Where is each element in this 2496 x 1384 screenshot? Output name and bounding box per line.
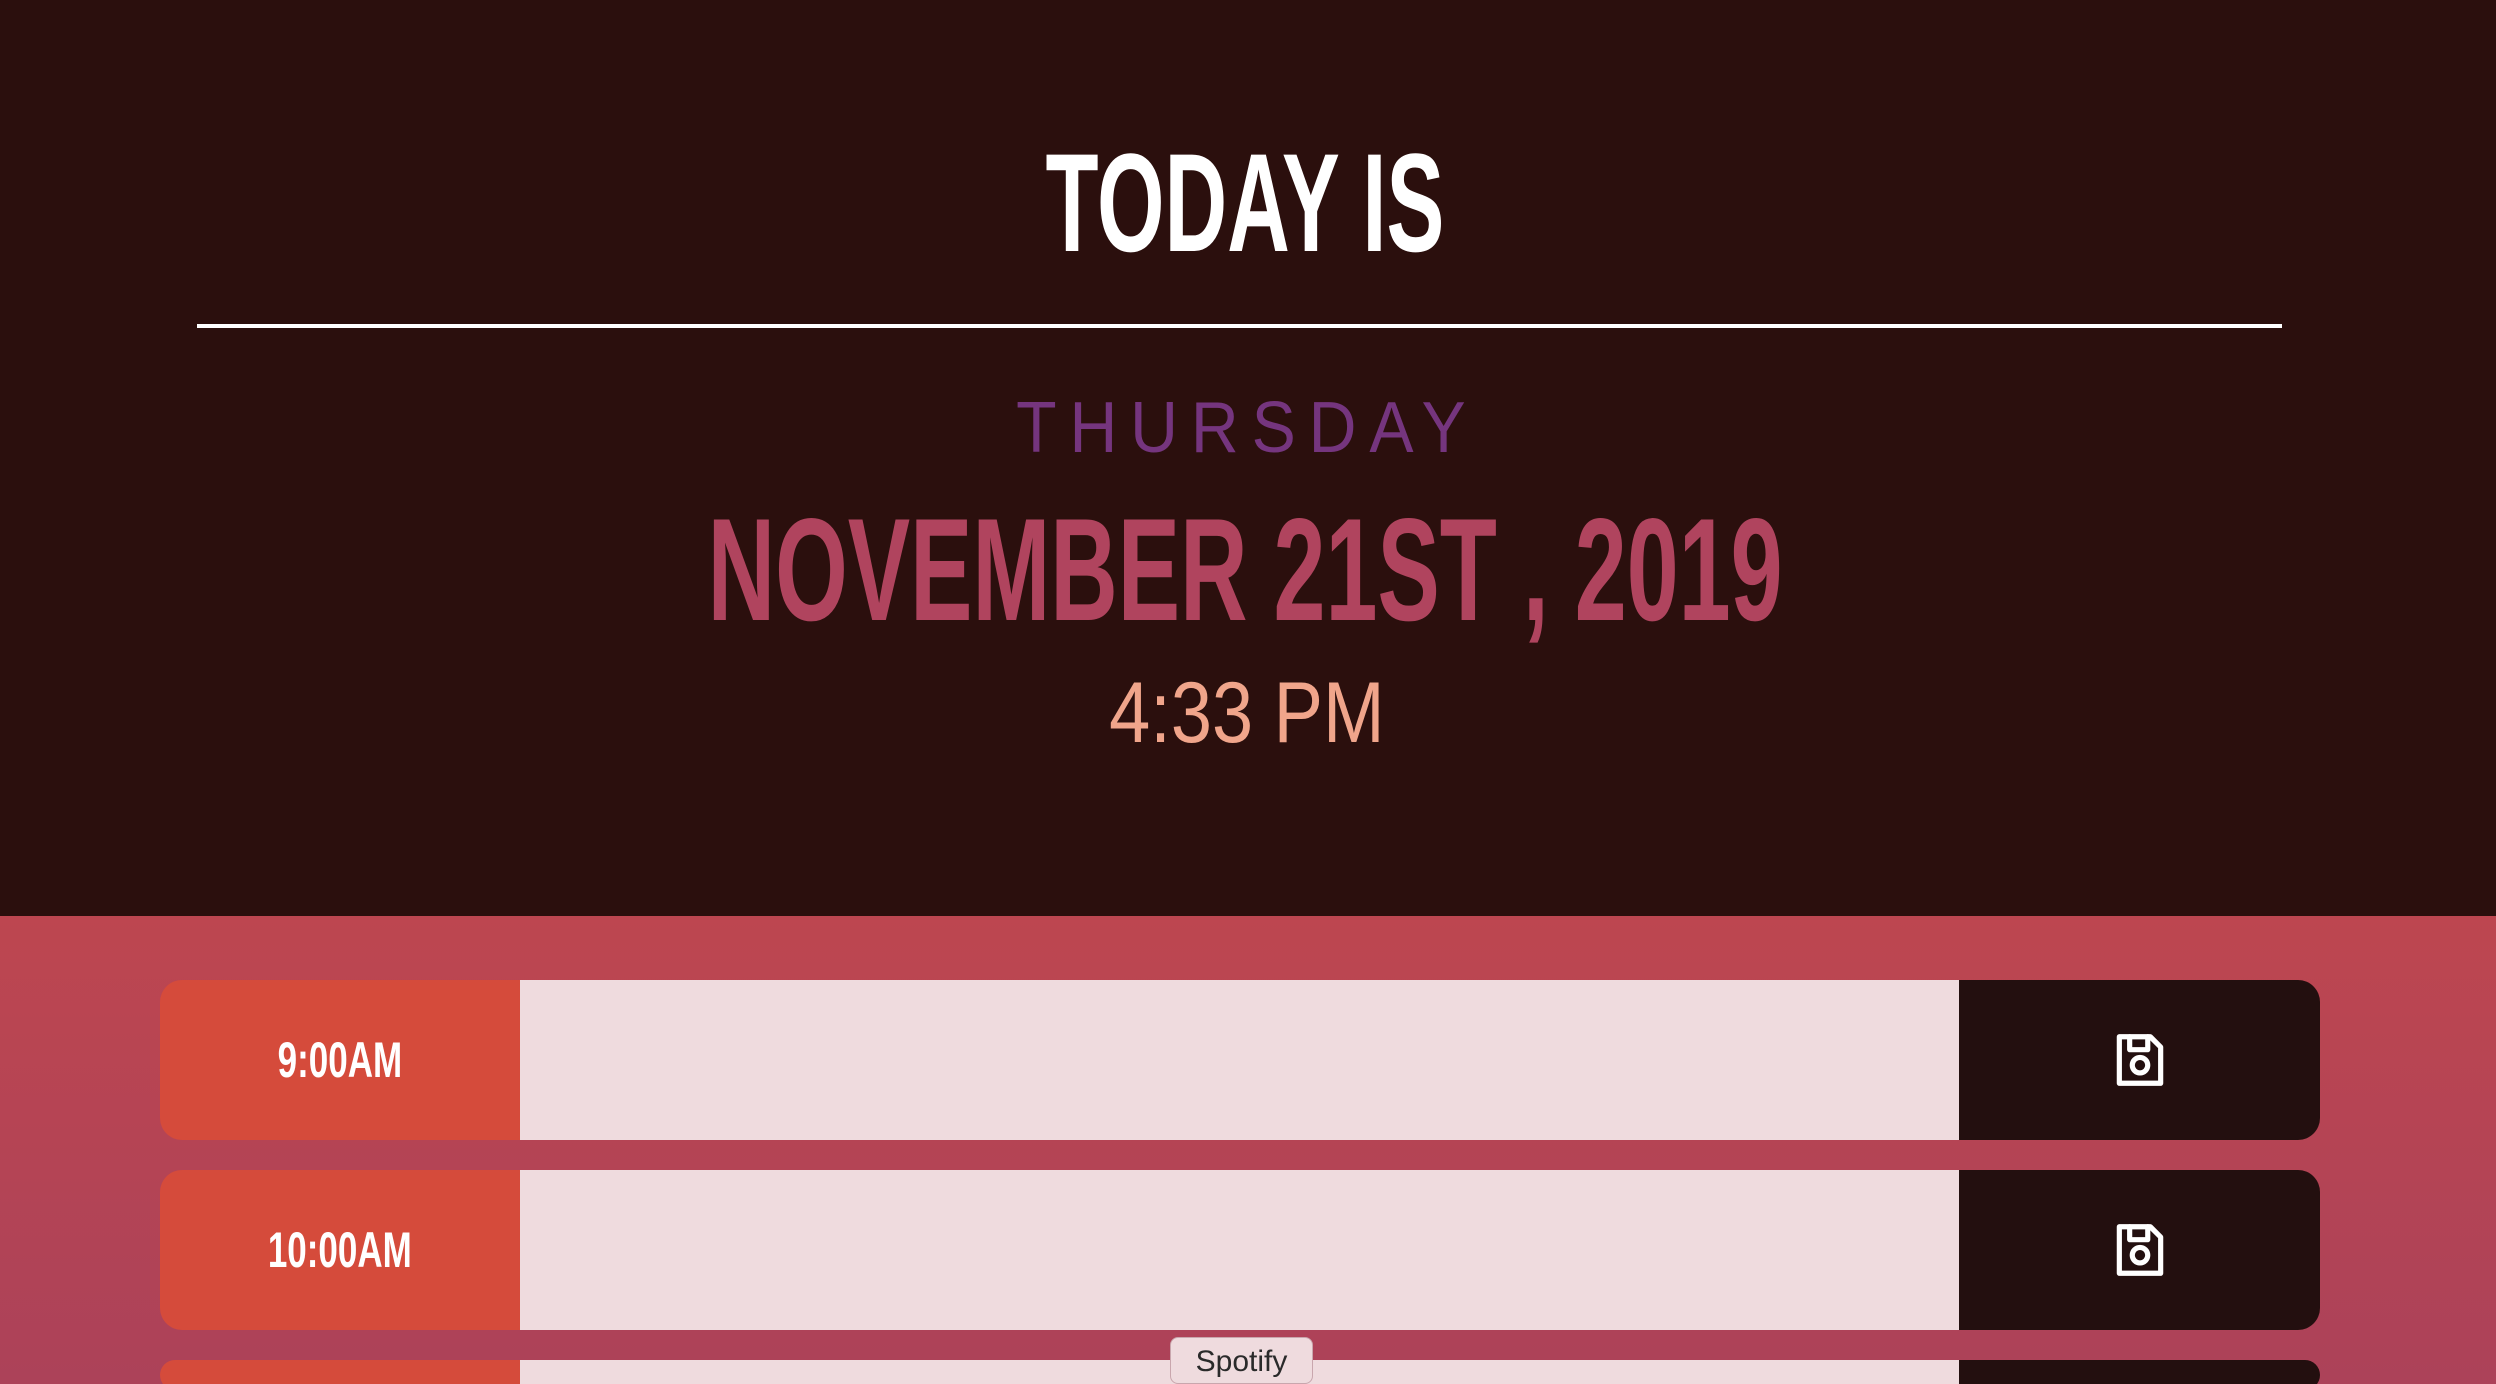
event-input[interactable]	[520, 980, 1959, 1140]
hour-label: 10:00AM	[160, 1170, 520, 1330]
current-weekday: THURSDAY	[1016, 388, 1479, 468]
save-button[interactable]	[1959, 980, 2320, 1140]
time-block-row: 10:00AM	[160, 1170, 2320, 1330]
save-icon	[2116, 1224, 2163, 1276]
hour-label-text: 9:00AM	[277, 1032, 403, 1088]
page-header: TODAY IS THURSDAY NOVEMBER 21ST , 2019 4…	[0, 0, 2496, 916]
save-icon	[2116, 1034, 2163, 1086]
current-date: NOVEMBER 21ST , 2019	[707, 488, 1783, 651]
hour-label-text: 10:00AM	[268, 1222, 412, 1278]
save-button[interactable]	[1959, 1170, 2320, 1330]
hour-label	[160, 1360, 520, 1384]
page-title: TODAY IS	[1045, 124, 1445, 281]
spotify-tooltip: Spotify	[1170, 1337, 1313, 1384]
hour-label: 9:00AM	[160, 980, 520, 1140]
header-divider	[197, 324, 2282, 328]
event-input[interactable]	[520, 1170, 1959, 1330]
current-time: 4:33 PM	[1109, 665, 1385, 761]
save-button[interactable]	[1959, 1360, 2320, 1384]
time-block-row: 9:00AM	[160, 980, 2320, 1140]
